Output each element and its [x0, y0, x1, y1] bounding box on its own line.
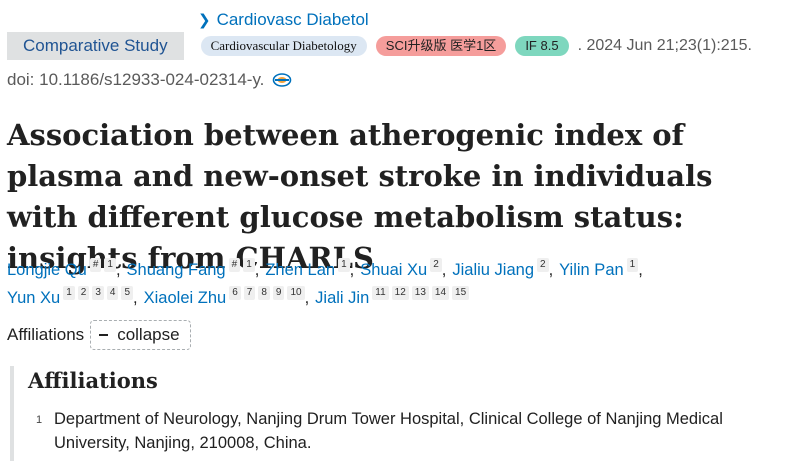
impact-factor-badge: IF 8.5: [515, 36, 569, 56]
author-affiliation-ref[interactable]: 1: [104, 258, 116, 272]
author-link[interactable]: Longjie Qu: [7, 261, 87, 279]
author-separator: ,: [349, 261, 355, 279]
doi-row: doi: 10.1186/s12933-024-02314-y.: [7, 70, 292, 90]
affiliations-label: Affiliations: [7, 325, 85, 344]
author-entry: Longjie Qu #1,: [7, 258, 127, 279]
author-separator: ,: [441, 261, 447, 279]
author-entry: Shuang Fang #1,: [127, 258, 266, 279]
journal-link-label: Cardiovasc Diabetol: [216, 10, 369, 29]
author-separator: ,: [304, 289, 310, 307]
affiliations-panel: Affiliations 1 Department of Neurology, …: [10, 366, 787, 461]
author-entry: Xiaolei Zhu 6 7 8 9 10,: [144, 286, 316, 307]
author-entry: Jiali Jin 11 12 13 14 15: [315, 286, 470, 307]
author-affiliation-ref[interactable]: 12: [391, 286, 409, 300]
author-affiliation-ref[interactable]: 11: [372, 286, 389, 300]
author-link[interactable]: Xiaolei Zhu: [144, 289, 227, 307]
author-affiliation-ref[interactable]: 2: [430, 258, 442, 272]
author-affiliation-ref[interactable]: 4: [106, 286, 119, 300]
author-affiliation-ref[interactable]: 1: [338, 258, 350, 272]
author-link[interactable]: Yun Xu: [7, 289, 60, 307]
author-separator: ,: [548, 261, 554, 279]
author-affiliation-ref[interactable]: 9: [272, 286, 285, 300]
author-separator: ,: [133, 289, 138, 307]
author-affiliation-ref[interactable]: 2: [77, 286, 90, 300]
author-affiliation-ref[interactable]: #: [89, 258, 102, 272]
affiliations-heading: Affiliations: [28, 368, 158, 393]
author-affiliation-ref[interactable]: 7: [243, 286, 256, 300]
affiliation-text: Department of Neurology, Nanjing Drum To…: [54, 410, 723, 452]
author-entry: Yun Xu 1 2 3 4 5,: [7, 286, 144, 307]
collapse-label: collapse: [117, 325, 180, 344]
affiliations-toggle-row: Affiliations collapse: [7, 320, 191, 350]
minus-icon: [99, 334, 109, 336]
author-entry: Shuai Xu 2,: [360, 258, 452, 279]
author-affiliation-ref[interactable]: 1: [243, 258, 255, 272]
author-list: Longjie Qu #1, Shuang Fang #1, Zhen Lan 1, Shu…: [7, 256, 782, 312]
author-entry: Yilin Pan 1,: [559, 258, 649, 279]
sci-badge: SCI升级版 医学1区: [375, 36, 507, 56]
author-affiliation-ref[interactable]: 10: [287, 286, 305, 300]
journal-badge: Cardiovascular Diabetology: [200, 36, 367, 56]
affiliation-number: 1: [36, 414, 43, 426]
author-affiliation-ref[interactable]: 1: [626, 258, 639, 272]
author-affiliation-ref[interactable]: 15: [452, 286, 470, 300]
author-affiliation-ref[interactable]: 13: [411, 286, 429, 300]
author-separator: ,: [638, 261, 643, 279]
author-affiliation-ref[interactable]: 8: [258, 286, 270, 300]
author-affiliation-ref[interactable]: 14: [431, 286, 450, 300]
author-affiliation-ref[interactable]: 3: [92, 286, 104, 300]
author-link[interactable]: Jialiu Jiang: [452, 261, 534, 279]
author-separator: ,: [115, 261, 121, 279]
author-link[interactable]: Shuai Xu: [360, 261, 427, 279]
author-affiliation-ref[interactable]: 1: [63, 286, 75, 300]
journal-link[interactable]: ❯ Cardiovasc Diabetol: [198, 10, 369, 30]
author-link[interactable]: Jiali Jin: [315, 289, 369, 307]
doi-text[interactable]: doi: 10.1186/s12933-024-02314-y.: [7, 70, 264, 90]
author-link[interactable]: Shuang Fang: [127, 261, 226, 279]
publication-date: . 2024 Jun 21;23(1):215.: [577, 37, 752, 54]
chevron-right-icon: ❯: [198, 12, 211, 29]
author-entry: Zhen Lan 1,: [265, 258, 360, 279]
author-link[interactable]: Zhen Lan: [265, 261, 335, 279]
author-entry: Jialiu Jiang 2,: [452, 258, 559, 279]
author-separator: ,: [254, 261, 260, 279]
fulltext-link-icon[interactable]: [272, 72, 292, 88]
author-affiliation-ref[interactable]: 5: [121, 286, 134, 300]
author-affiliation-ref[interactable]: 6: [229, 286, 241, 300]
collapse-affiliations-button[interactable]: collapse: [90, 320, 191, 350]
article-type-tag[interactable]: Comparative Study: [7, 32, 184, 60]
author-affiliation-ref[interactable]: #: [228, 258, 241, 272]
article-title: Association between atherogenic index of…: [7, 118, 713, 275]
article-meta-row: Comparative Study Cardiovascular Diabeto…: [7, 32, 752, 60]
author-link[interactable]: Yilin Pan: [559, 261, 624, 279]
author-affiliation-ref[interactable]: 2: [537, 258, 549, 272]
